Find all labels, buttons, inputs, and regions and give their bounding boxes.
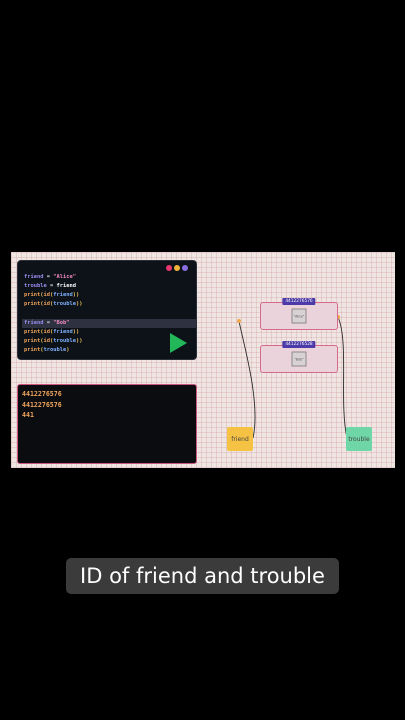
friend-reference-wire (238, 320, 256, 439)
memory-object-bob: 4412276528 "Bob" (260, 341, 338, 373)
friend-wire-anchor (237, 319, 241, 323)
trouble-reference-wire (337, 316, 348, 439)
variable-friend: friend (227, 427, 253, 451)
caption-subtitle: ID of friend and trouble (66, 558, 339, 594)
object-id-tag: 4412276576 (282, 298, 316, 305)
variable-trouble: trouble (346, 427, 372, 451)
object-value: "Bob" (291, 351, 307, 367)
memory-object-alice: 4412276576 "Alice" (260, 298, 338, 330)
object-value: "Alice" (291, 308, 307, 324)
object-id-tag: 4412276528 (282, 341, 316, 348)
visualizer-frame: friend = "Alice" trouble = friend print(id… (11, 252, 395, 468)
